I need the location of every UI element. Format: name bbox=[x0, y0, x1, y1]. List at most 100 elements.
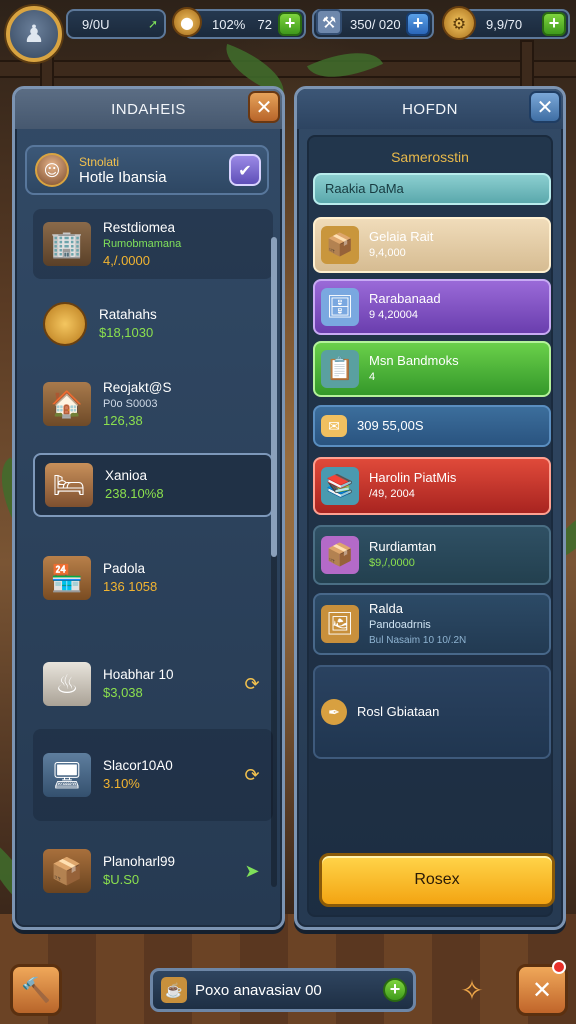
row-title: Ralda bbox=[369, 601, 403, 617]
close-icon: ✕ bbox=[531, 976, 553, 1004]
item-title: Padola bbox=[103, 561, 146, 577]
envelope-icon: ✉ bbox=[321, 415, 347, 437]
item-title: Ratahahs bbox=[99, 307, 157, 323]
cube-icon: 📦 bbox=[321, 536, 359, 574]
section-subtitle: Samerosstin bbox=[391, 149, 469, 165]
stack-icon: 📚 bbox=[321, 467, 359, 505]
row-title: Msn Bandmoks bbox=[369, 353, 459, 369]
detail-row[interactable]: 🖼 Ralda Pandoadrnis Bul Nasaim 10 10/.2N bbox=[313, 593, 551, 655]
confirm-button[interactable]: Rosex bbox=[319, 853, 555, 907]
list-item[interactable]: ♨ Hoabhar 10 $3,038 ⟳ bbox=[33, 649, 273, 719]
item-value: $18,1030 bbox=[99, 325, 154, 341]
quill-icon: ✒ bbox=[321, 699, 347, 725]
resource-value: 350/ 020 bbox=[350, 16, 401, 32]
list-item[interactable]: 📦 Planoharl99 $U.S0 ➤ bbox=[33, 829, 273, 913]
build-button[interactable]: 🔨 bbox=[10, 964, 62, 1016]
detail-row[interactable]: 📦 Rurdiamtan $9,/,0000 bbox=[313, 525, 551, 585]
check-icon: ✔ bbox=[238, 160, 252, 180]
computer-desk-icon: 🖥 bbox=[43, 753, 91, 797]
row-title: Rurdiamtan bbox=[369, 539, 437, 555]
ceiling-beam bbox=[0, 60, 576, 78]
detail-row[interactable]: 🗄 Rarabanaad 9 4,20004 bbox=[313, 279, 551, 335]
cup-icon: ☕ bbox=[161, 977, 187, 1003]
scroll-thumb[interactable] bbox=[271, 237, 277, 557]
puzzle-button[interactable]: ✧ bbox=[446, 964, 498, 1016]
package-icon: 🗄 bbox=[321, 288, 359, 326]
list-item[interactable]: 🖥 Slacor10A0 3.10% ⟳ bbox=[33, 729, 273, 821]
tablet-icon: 📋 bbox=[321, 350, 359, 388]
panel-title: HOFDN bbox=[297, 89, 563, 129]
item-value: $U.S0 bbox=[103, 872, 140, 888]
close-icon: ✕ bbox=[536, 95, 554, 119]
item-title: Slacor10A0 bbox=[103, 758, 173, 774]
shop-icon: 🏪 bbox=[43, 556, 91, 600]
resource-counter-1: 9/0U ➚ bbox=[66, 9, 166, 39]
gold-coin-icon bbox=[43, 302, 87, 346]
row-title: Rosl Gbiataan bbox=[357, 703, 440, 719]
row-value: /49, 2004 bbox=[369, 488, 415, 501]
item-value: 238.10%8 bbox=[105, 486, 164, 502]
player-avatar[interactable]: ♟ bbox=[6, 6, 62, 62]
row-title: Raakia DaMa bbox=[325, 180, 404, 196]
upgrade-icon[interactable]: ➤ bbox=[239, 858, 265, 884]
item-value: 3.10% bbox=[103, 776, 140, 792]
item-title: Reojakt@S bbox=[103, 379, 172, 395]
details-list: Samerosstin Raakia DaMa 📦 Gelaia Rait 9,… bbox=[307, 135, 555, 917]
detail-row[interactable]: ✉ 309 55,00S bbox=[313, 405, 551, 447]
hammer-icon: 🔨 bbox=[21, 976, 51, 1004]
category-tab[interactable]: Raakia DaMa bbox=[313, 173, 551, 205]
list-item[interactable]: Ratahahs $18,1030 bbox=[33, 289, 273, 359]
row-title: Gelaia Rait bbox=[369, 229, 434, 245]
reception-desk-icon: 🛏 bbox=[45, 463, 93, 507]
list-item[interactable]: 🏪 Padola 136 1058 bbox=[33, 543, 273, 613]
row-value: 9 4,20004 bbox=[369, 309, 418, 322]
gear-badge-icon: ⚙ bbox=[442, 6, 476, 40]
arrow-up-icon: ➚ bbox=[147, 17, 158, 31]
item-subtitle: P0o S0003 bbox=[103, 397, 158, 410]
row-title: Rarabanaad bbox=[369, 291, 441, 307]
scrollbar[interactable] bbox=[271, 237, 277, 887]
profile-card[interactable]: ☺ Stnolati Hotle Ibansia ✔ bbox=[25, 145, 269, 195]
bottom-bar: 🔨 ☕ Poxo anavasiav 00 + ✧ ✕ bbox=[0, 954, 576, 1024]
picture-frame-icon: 🖼 bbox=[321, 605, 359, 643]
item-title: Xanioa bbox=[105, 468, 148, 484]
user-silhouette-icon: ♟ bbox=[23, 20, 45, 48]
building-icon: 🏢 bbox=[43, 222, 91, 266]
row-value: Pandoadrnis bbox=[369, 619, 431, 632]
item-title: Restdiomea bbox=[103, 219, 176, 235]
detail-row[interactable]: 📋 Msn Bandmoks 4 bbox=[313, 341, 551, 397]
list-item[interactable]: 🏢 Restdiomea Rumobmamana 4,/.0000 bbox=[33, 209, 273, 279]
face-icon: ☺ bbox=[43, 160, 61, 180]
refresh-icon[interactable]: ⟳ bbox=[239, 671, 265, 697]
row-value: $9,/,0000 bbox=[369, 557, 415, 570]
detail-row[interactable]: ✒ Rosl Gbiataan bbox=[313, 665, 551, 759]
inventory-panel: INDAHEIS ✕ ☺ Stnolati Hotle Ibansia ✔ 🏢 … bbox=[12, 86, 285, 930]
spa-icon: ♨ bbox=[43, 662, 91, 706]
details-panel: HOFDN ✕ Samerosstin Raakia DaMa 📦 Gelaia… bbox=[294, 86, 566, 930]
profile-name: Hotle Ibansia bbox=[79, 168, 167, 186]
resource-bar: ♟ 9/0U ➚ 102% 72 + ● 350/ 020 + ⚒ 9,9/70… bbox=[0, 0, 576, 62]
resource-counter-2: 102% 72 + bbox=[184, 9, 306, 39]
status-text: Poxo anavasiav 00 bbox=[195, 981, 322, 999]
add-resource-button[interactable]: + bbox=[406, 12, 430, 36]
detail-row[interactable]: 📚 Harolin PiatMis /49, 2004 bbox=[313, 457, 551, 515]
detail-row[interactable]: 📦 Gelaia Rait 9,4,000 bbox=[313, 217, 551, 273]
item-subtitle: Rumobmamana bbox=[103, 237, 182, 250]
manager-avatar: ☺ bbox=[35, 153, 69, 187]
row-value: 9,4,000 bbox=[369, 247, 406, 260]
resource-value: 9,9/70 bbox=[486, 16, 523, 32]
close-button[interactable]: ✕ bbox=[529, 91, 561, 123]
profile-subtitle: Stnolati bbox=[79, 154, 120, 169]
row-value: 4 bbox=[369, 371, 376, 384]
add-resource-button[interactable]: + bbox=[278, 12, 302, 36]
edit-profile-button[interactable]: ✔ bbox=[229, 154, 261, 186]
house-icon: 🏠 bbox=[43, 382, 91, 426]
status-bar[interactable]: ☕ Poxo anavasiav 00 + bbox=[150, 968, 416, 1012]
list-item-selected[interactable]: 🛏 Xanioa 238.10%8 bbox=[33, 453, 273, 517]
close-button[interactable]: ✕ bbox=[248, 91, 280, 123]
add-resource-button[interactable]: + bbox=[542, 12, 566, 36]
refresh-icon[interactable]: ⟳ bbox=[239, 762, 265, 788]
list-item[interactable]: 🏠 Reojakt@S P0o S0003 126,38 bbox=[33, 369, 273, 439]
add-button[interactable]: + bbox=[383, 978, 407, 1002]
crate-icon: 📦 bbox=[43, 849, 91, 893]
